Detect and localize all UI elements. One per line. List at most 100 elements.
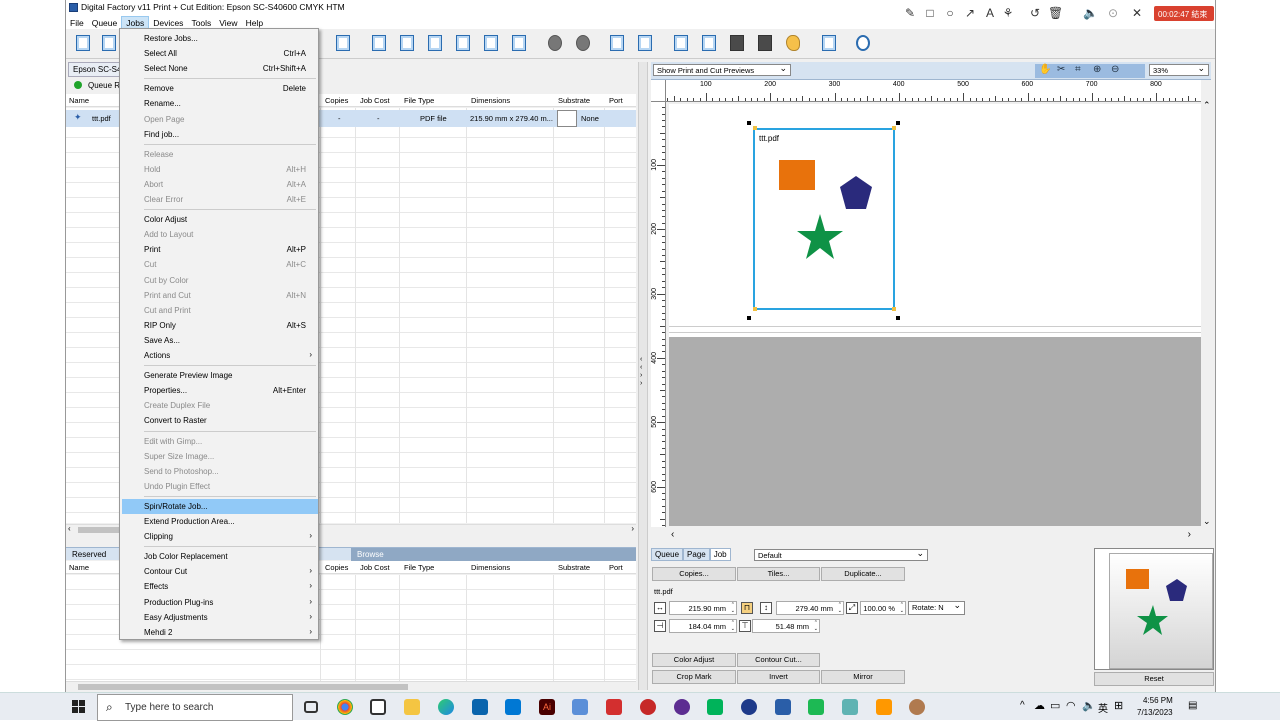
wechat-icon[interactable] (707, 699, 723, 715)
preview-mode-select[interactable]: Show Print and Cut Previews (653, 63, 791, 76)
notification-icon[interactable]: ▤ (1188, 700, 1197, 711)
resize-handle[interactable] (896, 316, 900, 320)
preset-select[interactable]: Default (754, 548, 928, 561)
clock-date[interactable]: 7/13/2023 (1137, 708, 1173, 717)
scale-field[interactable]: 100.00 % (860, 601, 906, 615)
recorder-app-icon[interactable] (640, 699, 656, 715)
notes-app-icon[interactable] (842, 699, 858, 715)
menu-item-production-plug-ins[interactable]: Production Plug-ins › (122, 595, 318, 610)
resize-handle[interactable] (747, 121, 751, 125)
crop-mark-button[interactable]: Crop Mark (652, 670, 736, 684)
col-file-type[interactable]: File Type (404, 563, 434, 572)
col-port[interactable]: Port (609, 96, 623, 105)
printer-app-icon[interactable] (572, 699, 588, 715)
preview-vscrollbar[interactable]: ⌃ ⌄ (1201, 100, 1213, 527)
text-icon[interactable]: A (984, 7, 996, 19)
menu-item-print[interactable]: Print Alt+P (122, 242, 318, 257)
resize-handle[interactable] (896, 121, 900, 125)
search-box[interactable]: ⌕ Type here to search (97, 694, 293, 721)
col-copies[interactable]: Copies (325, 563, 348, 572)
edge-icon[interactable] (438, 699, 454, 715)
menu-item-save-as[interactable]: Save As... (122, 333, 318, 348)
store-icon[interactable] (370, 699, 386, 715)
zoom-select[interactable]: 33% (1149, 63, 1209, 76)
proof-button[interactable] (818, 32, 840, 54)
ime-icon[interactable]: ⊞ (1114, 699, 1123, 712)
rotate-select[interactable]: Rotate: N (908, 600, 965, 615)
zoom-out-icon[interactable]: ⊖ (1111, 64, 1119, 75)
photos-icon[interactable] (472, 699, 488, 715)
move-up-button[interactable] (396, 32, 418, 54)
avatar[interactable] (909, 699, 925, 715)
menu-item-restore-jobs[interactable]: Restore Jobs... (122, 31, 318, 46)
paint-app-icon[interactable] (876, 699, 892, 715)
scroll-left-icon[interactable]: ‹ (68, 524, 71, 533)
reserved-tab[interactable]: Reserved (72, 550, 106, 559)
green-app-icon[interactable] (808, 699, 824, 715)
job-sheet[interactable]: ttt.pdf (753, 128, 895, 310)
zoom-in-icon[interactable]: ⊕ (1093, 64, 1101, 75)
circle-icon[interactable]: ○ (944, 7, 956, 19)
chevron-up-icon[interactable]: ^ (1020, 700, 1025, 711)
col-dimensions[interactable]: Dimensions (471, 563, 510, 572)
arrow-icon[interactable]: ↗ (964, 7, 976, 19)
split-button[interactable] (480, 32, 502, 54)
fx-app-icon[interactable] (674, 699, 690, 715)
volume-icon[interactable]: 🔈 (1082, 699, 1096, 712)
preview-canvas[interactable]: ttt.pdf (669, 104, 1201, 526)
menu-item-easy-adjustments[interactable]: Easy Adjustments › (122, 610, 318, 625)
magic-wand-icon[interactable]: ⚘ (1002, 7, 1014, 19)
menu-item-find-job[interactable]: Find job... (122, 127, 318, 142)
digital-factory-icon[interactable] (775, 699, 791, 715)
preview-hscrollbar[interactable]: ‹ › (651, 528, 1201, 542)
chrome-icon[interactable] (337, 699, 353, 715)
scissors-icon[interactable]: ✂ (1057, 64, 1065, 75)
col-job-cost[interactable]: Job Cost (360, 96, 390, 105)
tab-queue[interactable]: Queue (651, 548, 684, 561)
x-offset-field[interactable]: 184.04 mm (669, 619, 737, 633)
duplicate-button[interactable]: Duplicate... (821, 567, 905, 581)
list-button[interactable] (698, 32, 720, 54)
clock-time[interactable]: 4:56 PM (1143, 696, 1173, 705)
menu-item-rename[interactable]: Rename... (122, 96, 318, 111)
wifi-icon[interactable]: ◠ (1066, 699, 1076, 712)
y-offset-field[interactable]: 51.48 mm (752, 619, 820, 633)
height-field[interactable]: 279.40 mm (776, 601, 844, 615)
reserved-hscrollbar[interactable] (66, 681, 636, 691)
scroll-down-icon[interactable]: ⌄ (1203, 516, 1211, 527)
menu-item-mehdi-2[interactable]: Mehdi 2 › (122, 625, 318, 640)
reset-button[interactable]: Reset (1094, 672, 1214, 686)
language-indicator[interactable]: 英 (1098, 700, 1108, 715)
queue-stack-button[interactable] (670, 32, 692, 54)
menu-item-generate-preview-image[interactable]: Generate Preview Image (122, 368, 318, 383)
remove-job-button[interactable] (98, 32, 120, 54)
menu-item-rip-only[interactable]: RIP Only Alt+S (122, 318, 318, 333)
tab-page[interactable]: Page (683, 548, 710, 561)
network-icon[interactable]: ☁ (1034, 699, 1045, 712)
scroll-up-icon[interactable]: ⌃ (1203, 100, 1211, 111)
speaker-icon[interactable]: 🔈 (1083, 7, 1098, 19)
browse-tab[interactable]: Browse (351, 548, 636, 561)
move-bottom-button[interactable] (452, 32, 474, 54)
col-substrate[interactable]: Substrate (558, 563, 590, 572)
menu-item-select-all[interactable]: Select All Ctrl+A (122, 46, 318, 61)
menu-item-spin-rotate-job[interactable]: Spin/Rotate Job... (122, 498, 318, 514)
tab-job[interactable]: Job (709, 548, 731, 561)
collapse-icon[interactable]: ‹ ‹ › › (640, 356, 642, 388)
cutter-button[interactable] (754, 32, 776, 54)
task-view-icon[interactable] (304, 701, 318, 713)
menu-item-effects[interactable]: Effects › (122, 579, 318, 594)
contour-cut-button[interactable]: Contour Cut... (737, 653, 820, 667)
menu-item-remove[interactable]: Remove Delete (122, 81, 318, 96)
settings-app-icon[interactable] (505, 699, 521, 715)
export-button[interactable] (508, 32, 530, 54)
close-icon[interactable]: ✕ (1131, 7, 1143, 19)
camera-icon[interactable]: ⊙ (1107, 7, 1119, 19)
menu-item-select-none[interactable]: Select None Ctrl+Shift+A (122, 61, 318, 76)
printer-button[interactable] (726, 32, 748, 54)
crop-icon[interactable]: ⌗ (1075, 64, 1081, 75)
copies-button[interactable]: Copies... (652, 567, 736, 581)
menu-item-actions[interactable]: Actions › (122, 348, 318, 363)
move-top-button[interactable] (368, 32, 390, 54)
release-button[interactable] (634, 32, 656, 54)
